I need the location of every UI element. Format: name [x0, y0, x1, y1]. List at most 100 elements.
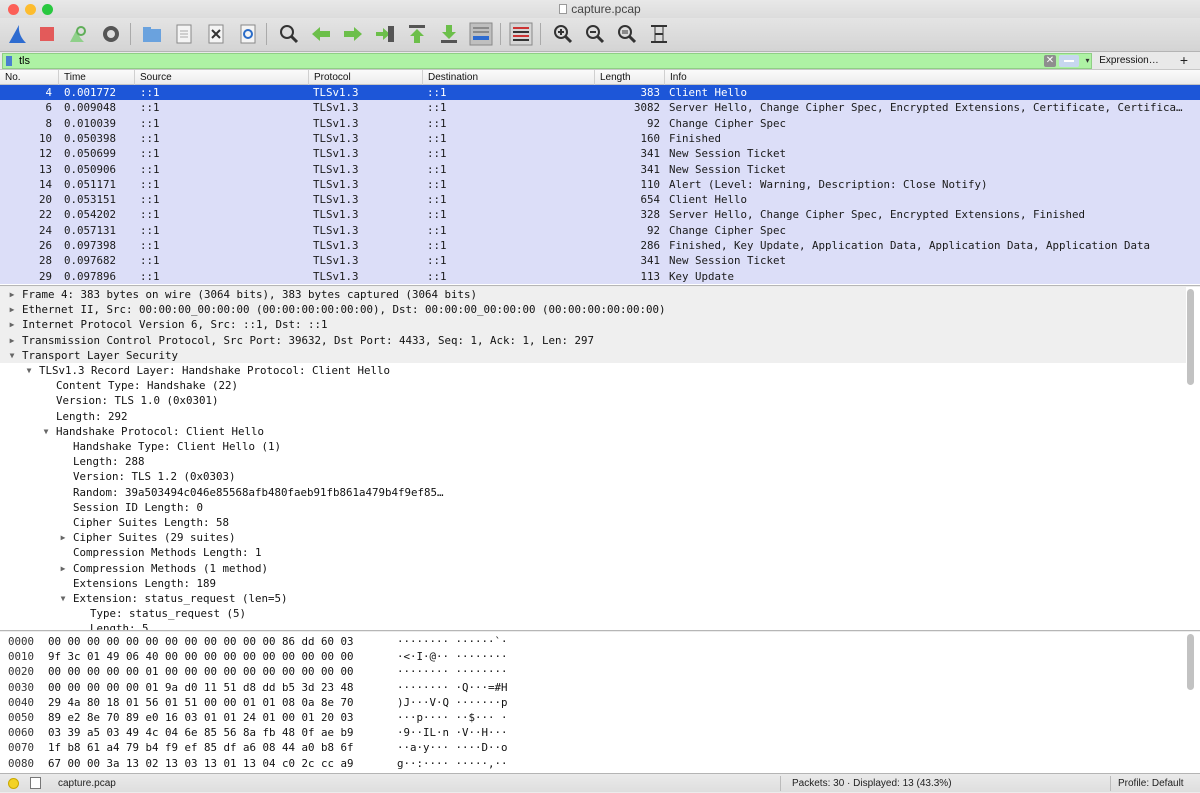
bytes-scrollbar[interactable]	[1187, 634, 1194, 690]
detail-row[interactable]: ▶ Transmission Control Protocol, Src Port…	[0, 332, 1186, 348]
column-header-destination[interactable]: Destination	[422, 70, 594, 85]
detail-row[interactable]: ▶ Internet Protocol Version 6, Src: ::1, …	[0, 317, 1186, 333]
column-header-info[interactable]: Info	[664, 70, 1200, 85]
stop-capture-icon[interactable]	[34, 21, 60, 47]
hex-row[interactable]: 0010 9f 3c 01 49 06 40 00 00 00 00 00 00 …	[0, 649, 1186, 664]
packet-row[interactable]: 14 0.051171::1 TLSv1.3::1 110 Alert (Level: …	[0, 177, 1200, 192]
filter-history-dropdown[interactable]: ▾	[1083, 55, 1092, 67]
zoom-normal-icon[interactable]	[614, 21, 640, 47]
go-forward-icon[interactable]	[340, 21, 366, 47]
collapsed-triangle-icon[interactable]: ▶	[6, 333, 18, 348]
hex-row[interactable]: 0030 00 00 00 00 00 01 9a d0 11 51 d8 dd …	[0, 680, 1186, 695]
column-header-time[interactable]: Time	[58, 70, 134, 85]
hex-row[interactable]: 0040 29 4a 80 18 01 56 01 51 00 00 01 01 …	[0, 695, 1186, 710]
detail-row[interactable]: Content Type: Handshake (22)	[0, 378, 1186, 393]
detail-row[interactable]: ▼ Handshake Protocol: Client Hello	[0, 424, 1186, 439]
expanded-triangle-icon[interactable]: ▼	[6, 348, 18, 363]
start-capture-icon[interactable]	[4, 21, 30, 47]
collapsed-triangle-icon[interactable]: ▶	[57, 530, 69, 545]
status-profile[interactable]: Profile: Default	[1118, 774, 1184, 793]
detail-row[interactable]: Length: 288	[0, 454, 1186, 469]
zoom-in-icon[interactable]	[550, 21, 576, 47]
packet-row[interactable]: 26 0.097398::1 TLSv1.3::1 286 Finished, Key …	[0, 238, 1200, 253]
hex-row[interactable]: 0020 00 00 00 00 00 01 00 00 00 00 00 00 …	[0, 664, 1186, 679]
detail-row[interactable]: ▼ Extension: status_request (len=5)	[0, 591, 1186, 606]
go-last-icon[interactable]	[436, 21, 462, 47]
display-filter-field[interactable]: ✕ ▾	[2, 53, 1092, 69]
column-header-no[interactable]: No.	[0, 70, 58, 85]
hex-row[interactable]: 0070 1f b8 61 a4 79 b4 f9 ef 85 df a6 08 …	[0, 740, 1186, 755]
collapsed-triangle-icon[interactable]: ▶	[6, 317, 18, 332]
packet-row[interactable]: 4 0.001772::1 TLSv1.3::1 383 Client Hello	[0, 85, 1200, 101]
colorize-icon[interactable]	[508, 21, 534, 47]
detail-row[interactable]: ▶ Frame 4: 383 bytes on wire (3064 bits),…	[0, 287, 1186, 303]
zoom-window-button[interactable]	[42, 4, 53, 15]
details-scrollbar[interactable]	[1187, 289, 1194, 385]
hex-row[interactable]: 0050 89 e2 8e 70 89 e0 16 03 01 01 24 01 …	[0, 710, 1186, 725]
column-header-length[interactable]: Length	[594, 70, 664, 85]
packet-row[interactable]: 24 0.057131::1 TLSv1.3::1 92 Change Cipher S…	[0, 223, 1200, 238]
expert-info-icon[interactable]	[8, 778, 19, 789]
go-to-packet-icon[interactable]	[372, 21, 398, 47]
minimize-window-button[interactable]	[25, 4, 36, 15]
detail-row[interactable]: Session ID Length: 0	[0, 500, 1186, 515]
detail-row[interactable]: Type: status_request (5)	[0, 606, 1186, 621]
column-header-source[interactable]: Source	[134, 70, 308, 85]
hex-row[interactable]: 0080 67 00 00 3a 13 02 13 03 13 01 13 04 …	[0, 756, 1186, 771]
detail-row[interactable]: ▼ Transport Layer Security	[0, 347, 1186, 363]
detail-text: Extensions Length: 189	[73, 576, 217, 590]
collapsed-triangle-icon[interactable]: ▶	[57, 561, 69, 576]
clear-filter-button[interactable]: ✕	[1044, 55, 1056, 67]
display-filter-input[interactable]	[19, 54, 1039, 68]
go-back-icon[interactable]	[308, 21, 334, 47]
open-file-icon[interactable]	[139, 21, 165, 47]
detail-row[interactable]: Extensions Length: 189	[0, 576, 1186, 591]
detail-row[interactable]: Handshake Type: Client Hello (1)	[0, 439, 1186, 454]
restart-capture-icon[interactable]	[64, 21, 90, 47]
save-file-icon[interactable]	[171, 21, 197, 47]
column-header-protocol[interactable]: Protocol	[308, 70, 422, 85]
packet-row[interactable]: 6 0.009048::1 TLSv1.3::1 3082 Server Hello, …	[0, 100, 1200, 115]
packet-row[interactable]: 10 0.050398::1 TLSv1.3::1 160 Finished	[0, 131, 1200, 146]
close-window-button[interactable]	[8, 4, 19, 15]
reload-file-icon[interactable]	[235, 21, 261, 47]
capture-options-icon[interactable]	[98, 21, 124, 47]
auto-scroll-icon[interactable]	[468, 21, 494, 47]
detail-row[interactable]: Length: 5	[0, 621, 1186, 630]
detail-row[interactable]: ▶ Cipher Suites (29 suites)	[0, 530, 1186, 545]
detail-row[interactable]: Length: 292	[0, 409, 1186, 424]
packet-row[interactable]: 13 0.050906::1 TLSv1.3::1 341 New Session Ti…	[0, 162, 1200, 177]
packet-row[interactable]: 29 0.097896::1 TLSv1.3::1 113 Key Update	[0, 269, 1200, 284]
detail-row[interactable]: Version: TLS 1.2 (0x0303)	[0, 469, 1186, 484]
packet-row[interactable]: 20 0.053151::1 TLSv1.3::1 654 Client Hello	[0, 192, 1200, 207]
detail-row[interactable]: Cipher Suites Length: 58	[0, 515, 1186, 530]
add-filter-button[interactable]: +	[1176, 52, 1192, 68]
close-file-icon[interactable]	[203, 21, 229, 47]
collapsed-triangle-icon[interactable]: ▶	[6, 302, 18, 317]
detail-row[interactable]: ▶ Compression Methods (1 method)	[0, 561, 1186, 576]
detail-row[interactable]: ▶ Ethernet II, Src: 00:00:00_00:00:00 (00…	[0, 302, 1186, 318]
packet-row[interactable]: 28 0.097682::1 TLSv1.3::1 341 New Session Ti…	[0, 253, 1200, 268]
find-packet-icon[interactable]	[276, 21, 302, 47]
packet-row[interactable]: 8 0.010039::1 TLSv1.3::1 92 Change Cipher Sp…	[0, 116, 1200, 131]
apply-filter-button[interactable]	[1059, 55, 1079, 67]
detail-row[interactable]: Compression Methods Length: 1	[0, 545, 1186, 560]
expanded-triangle-icon[interactable]: ▼	[57, 591, 69, 606]
detail-row[interactable]: Random: 39a503494c046e85568afb480faeb91f…	[0, 485, 1186, 500]
go-first-icon[interactable]	[404, 21, 430, 47]
expression-button[interactable]: Expression…	[1097, 53, 1161, 68]
detail-row[interactable]: Version: TLS 1.0 (0x0301)	[0, 393, 1186, 408]
zoom-out-icon[interactable]	[582, 21, 608, 47]
expanded-triangle-icon[interactable]: ▼	[40, 424, 52, 439]
hex-row[interactable]: 0000 00 00 00 00 00 00 00 00 00 00 00 00 …	[0, 634, 1186, 649]
collapsed-triangle-icon[interactable]: ▶	[6, 287, 18, 302]
resize-columns-icon[interactable]	[646, 21, 672, 47]
packet-details-pane: ▶ Frame 4: 383 bytes on wire (3064 bits),…	[0, 287, 1200, 631]
filter-bookmark-icon[interactable]	[6, 56, 12, 66]
packet-row[interactable]: 22 0.054202::1 TLSv1.3::1 328 Server Hello, …	[0, 207, 1200, 222]
capture-comments-icon[interactable]	[30, 777, 41, 789]
hex-row[interactable]: 0060 03 39 a5 03 49 4c 04 6e 85 56 8a fb …	[0, 725, 1186, 740]
detail-row[interactable]: ▼ TLSv1.3 Record Layer: Handshake Protoco…	[0, 363, 1186, 378]
expanded-triangle-icon[interactable]: ▼	[23, 363, 35, 378]
packet-row[interactable]: 12 0.050699::1 TLSv1.3::1 341 New Session Ti…	[0, 146, 1200, 161]
